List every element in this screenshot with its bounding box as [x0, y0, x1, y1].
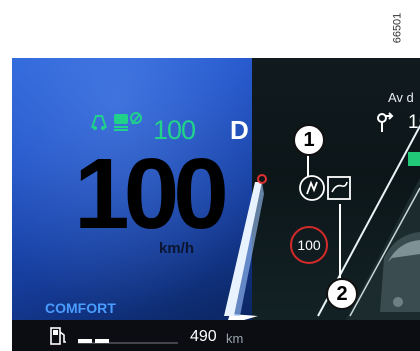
- speed-limit-sign: 100: [290, 226, 328, 264]
- fuel-pump-icon: [50, 327, 66, 345]
- lane-assist-icon: [91, 112, 142, 131]
- current-speed: 100: [74, 138, 229, 250]
- callout-marker-1: 1: [293, 124, 325, 156]
- fuel-level-segment: [78, 339, 92, 343]
- fuel-level-gauge: [78, 339, 178, 344]
- instrument-cluster-display: 100 D 100 km/h COMFORT 490 km Av d 15 10…: [12, 58, 420, 351]
- reference-number-text: 66501: [391, 12, 404, 44]
- range-value: 490: [190, 328, 217, 345]
- speed-limit-marker-icon: [257, 174, 267, 184]
- driver-assist-telltales: [88, 110, 152, 137]
- navigation-street-label: Av d: [388, 90, 414, 105]
- lead-vehicle-icon: [408, 152, 420, 166]
- speed-gauge-glow: [234, 182, 264, 316]
- drive-mode: COMFORT: [45, 300, 116, 316]
- fuel-level-segment: [95, 339, 109, 343]
- turn-right-arrow-icon: [377, 112, 394, 132]
- callout-marker-2: 2: [326, 278, 358, 310]
- winding-road-icon: [299, 175, 325, 201]
- gear-indicator: D: [230, 115, 249, 145]
- speed-unit: km/h: [159, 240, 195, 257]
- own-vehicle-wheel: [393, 297, 403, 307]
- callout-1-leader: [307, 154, 309, 176]
- document-reference-number: 66501: [391, 0, 416, 60]
- slippery-road-icon: [327, 176, 351, 200]
- range-unit: km: [226, 331, 244, 346]
- traffic-sign-icons: [299, 175, 351, 201]
- callout-2-leader: [339, 204, 341, 278]
- navigation-distance: 15: [408, 112, 420, 133]
